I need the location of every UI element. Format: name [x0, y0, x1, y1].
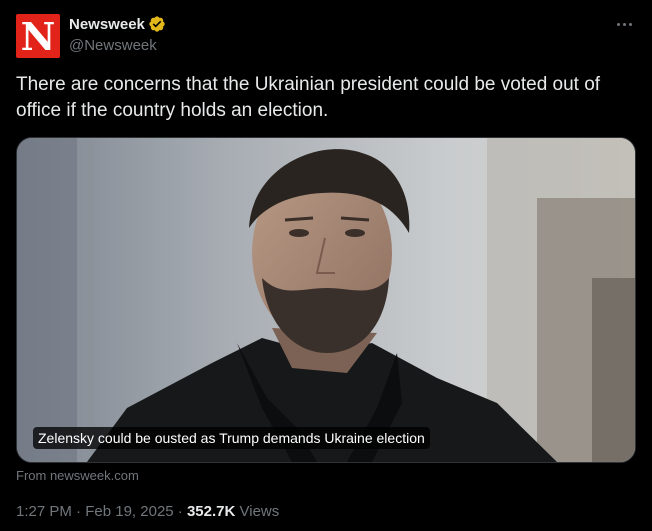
meta-separator: · [177, 503, 183, 520]
views-label: Views [239, 503, 280, 520]
views-count: 352.7K [186, 503, 236, 520]
tweet-time[interactable]: 1:27 PM [16, 503, 72, 520]
verified-badge-icon [148, 15, 166, 33]
author-display-name[interactable]: Newsweek [69, 16, 145, 33]
author-name-row: Newsweek [69, 14, 166, 34]
tweet: N Newsweek @Newsweek There are concerns … [0, 0, 652, 531]
newsweek-logo-letter: N [20, 14, 56, 58]
link-card-source[interactable]: From newsweek.com [16, 468, 139, 483]
more-options-icon[interactable] [610, 12, 638, 36]
link-card-caption[interactable]: Zelensky could be ousted as Trump demand… [33, 427, 430, 449]
tweet-text: There are concerns that the Ukrainian pr… [16, 74, 601, 121]
tweet-meta: 1:27 PM · Feb 19, 2025 · 352.7K Views [16, 503, 279, 520]
tweet-date[interactable]: Feb 19, 2025 [85, 503, 173, 520]
news-photo [17, 138, 635, 462]
meta-separator: · [76, 503, 82, 520]
avatar[interactable]: N [16, 14, 60, 58]
author-handle[interactable]: @Newsweek [69, 37, 157, 54]
link-card-image[interactable] [16, 137, 636, 463]
